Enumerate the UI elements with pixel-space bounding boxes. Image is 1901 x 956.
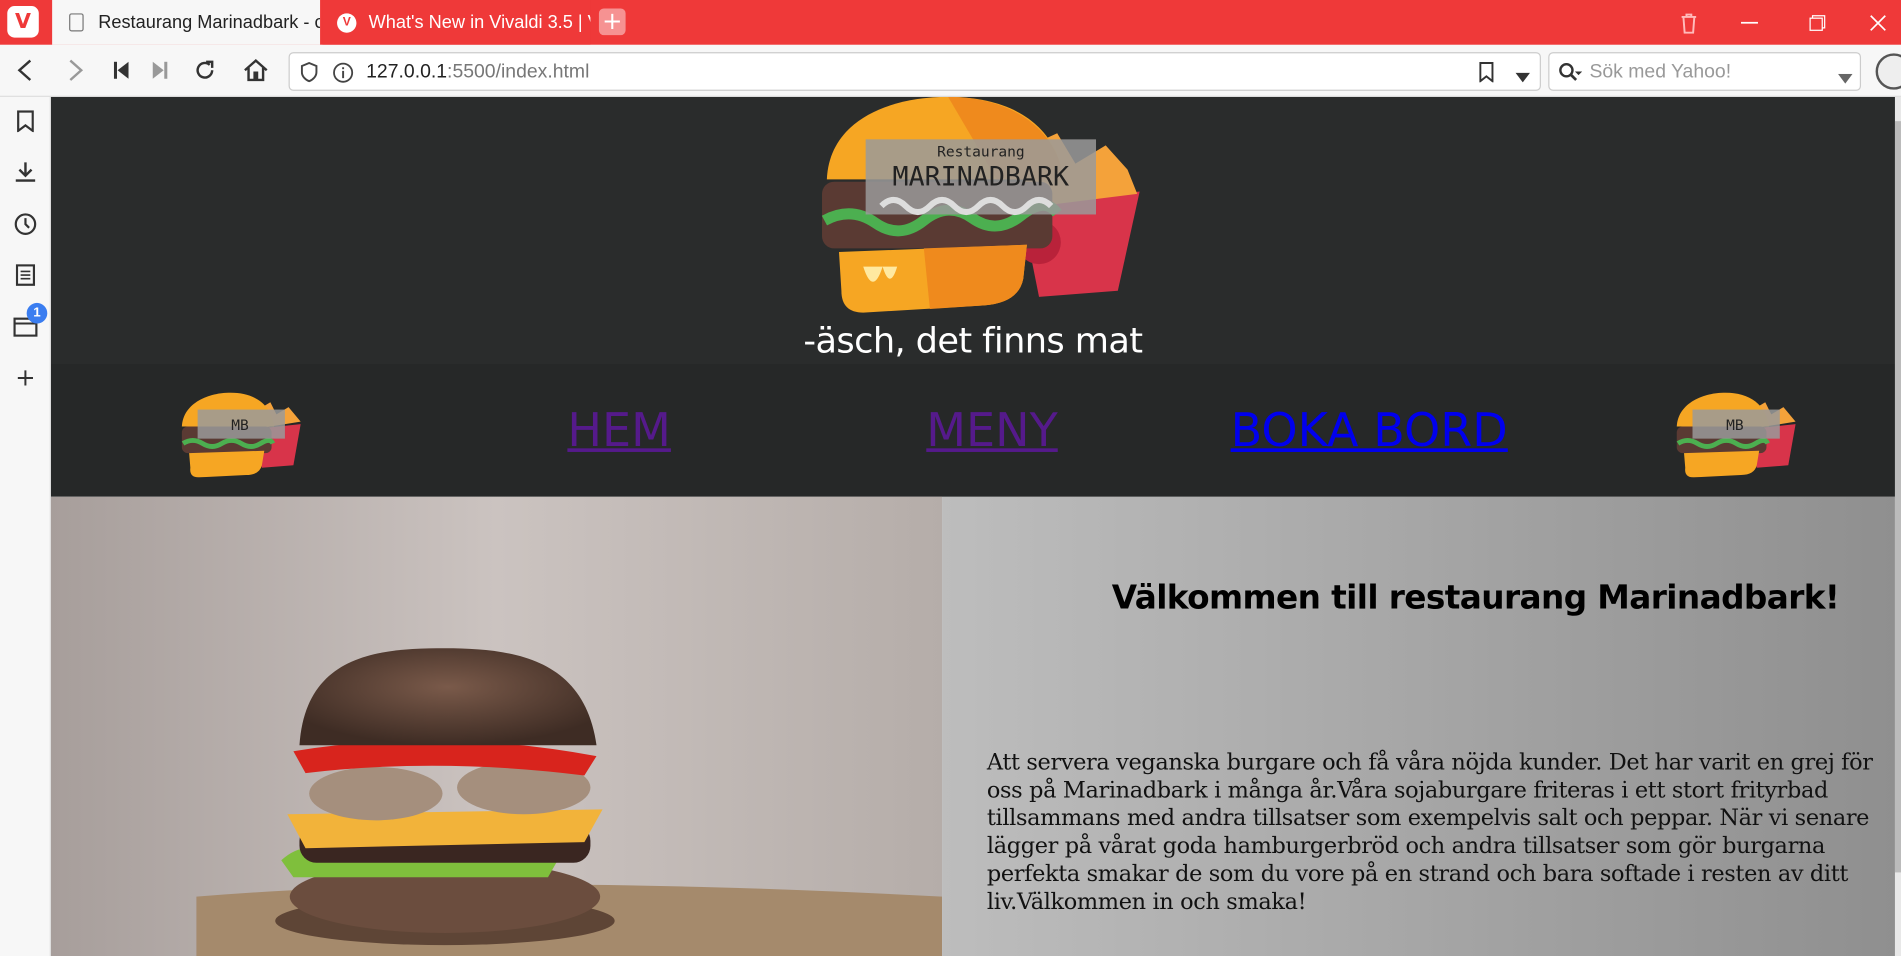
shield-icon[interactable] [300,61,318,89]
welcome-section: Välkommen till restaurang Marinadbark! A… [942,496,1895,956]
site-header: Restaurang MARINADBARK -äsch, det finns … [50,96,1895,364]
fast-forward-button[interactable] [144,55,176,87]
vivaldi-favicon-icon: V [337,12,357,33]
nav-link-boka-bord[interactable]: BOKA BORD [1231,403,1508,456]
web-page: Restaurang MARINADBARK -äsch, det finns … [50,96,1895,956]
nav-logo-text: MB [231,418,249,434]
welcome-heading: Välkommen till restaurang Marinadbark! [1111,579,1840,617]
logo-text-small: Restaurang [937,144,1025,160]
back-button[interactable] [8,55,40,87]
burger-hero-image [50,496,943,956]
url-text: 127.0.0.1:5500/index.html [366,62,589,84]
home-button[interactable] [240,55,272,87]
rewind-button[interactable] [105,55,137,87]
nav-link-hem[interactable]: HEM [567,403,671,456]
add-panel-icon[interactable]: + [11,362,40,391]
chevron-down-icon[interactable] [1515,67,1531,89]
tab-title: What's New in Vivaldi 3.5 | V [368,12,591,33]
url-path: :5500/index.html [447,61,590,83]
nav-logo-right: MB [1676,392,1796,478]
search-input[interactable]: Sök med Yahoo! [1548,52,1862,91]
browser-titlebar: V Restaurang Marinadbark - c V What's Ne… [0,0,1901,45]
search-placeholder: Sök med Yahoo! [1589,61,1732,83]
tab-title: Restaurang Marinadbark - c [98,12,321,33]
info-icon[interactable] [332,62,354,90]
restaurant-logo: Restaurang MARINADBARK [821,96,1140,313]
scrollbar-thumb[interactable] [1894,121,1901,873]
window-count-badge: 1 [26,302,48,324]
new-tab-button[interactable]: + [598,8,626,36]
url-host: 127.0.0.1 [366,61,448,83]
intro-paragraph: Att servera veganska burgare och få våra… [986,750,1873,915]
minimize-button[interactable] [1719,0,1780,45]
close-window-button[interactable] [1848,0,1901,45]
profile-avatar[interactable] [1875,53,1901,90]
address-toolbar: 127.0.0.1:5500/index.html Sök med Yahoo! [0,44,1901,97]
page-icon [69,13,84,32]
history-panel-icon[interactable] [11,210,40,239]
logo-text-big: MARINADBARK [893,161,1070,192]
reload-button[interactable] [189,55,221,87]
bookmarks-panel-icon[interactable] [11,107,40,136]
nav-logo-left: MB [181,392,301,478]
side-panel: 1 + [0,96,51,956]
forward-button[interactable] [61,55,93,87]
tab-vivaldi-news[interactable]: V What's New in Vivaldi 3.5 | V [322,0,591,45]
url-field[interactable]: 127.0.0.1:5500/index.html [288,52,1541,91]
chevron-down-icon[interactable] [1837,68,1853,90]
nav-link-meny[interactable]: MENY [926,403,1057,456]
page-scrollbar[interactable] [1894,96,1901,956]
search-icon[interactable] [1558,62,1583,90]
site-nav: MB HEM MENY BOKA BORD MB [50,363,1895,497]
site-tagline: -äsch, det finns mat [803,319,1143,362]
nav-logo-text: MB [1726,418,1744,434]
trash-icon[interactable] [1659,0,1720,45]
downloads-panel-icon[interactable] [11,158,40,187]
bookmark-icon[interactable] [1479,62,1494,89]
restore-button[interactable] [1787,0,1848,45]
notes-panel-icon[interactable] [11,261,40,290]
tab-restaurang[interactable]: Restaurang Marinadbark - c [52,0,321,45]
vivaldi-menu-icon[interactable]: V [7,6,39,38]
